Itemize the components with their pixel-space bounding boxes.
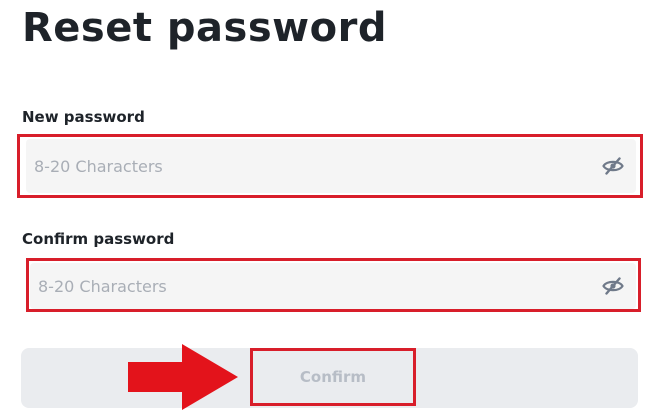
eye-slash-icon[interactable] xyxy=(600,273,626,299)
eye-slash-icon[interactable] xyxy=(600,153,626,179)
confirm-password-input[interactable] xyxy=(30,263,600,309)
confirm-button[interactable] xyxy=(21,348,638,408)
page-title: Reset password xyxy=(22,5,387,51)
confirm-password-label: Confirm password xyxy=(22,230,175,248)
new-password-field xyxy=(26,139,636,193)
new-password-label: New password xyxy=(22,108,145,126)
confirm-password-field xyxy=(30,263,636,309)
new-password-input[interactable] xyxy=(26,139,600,193)
